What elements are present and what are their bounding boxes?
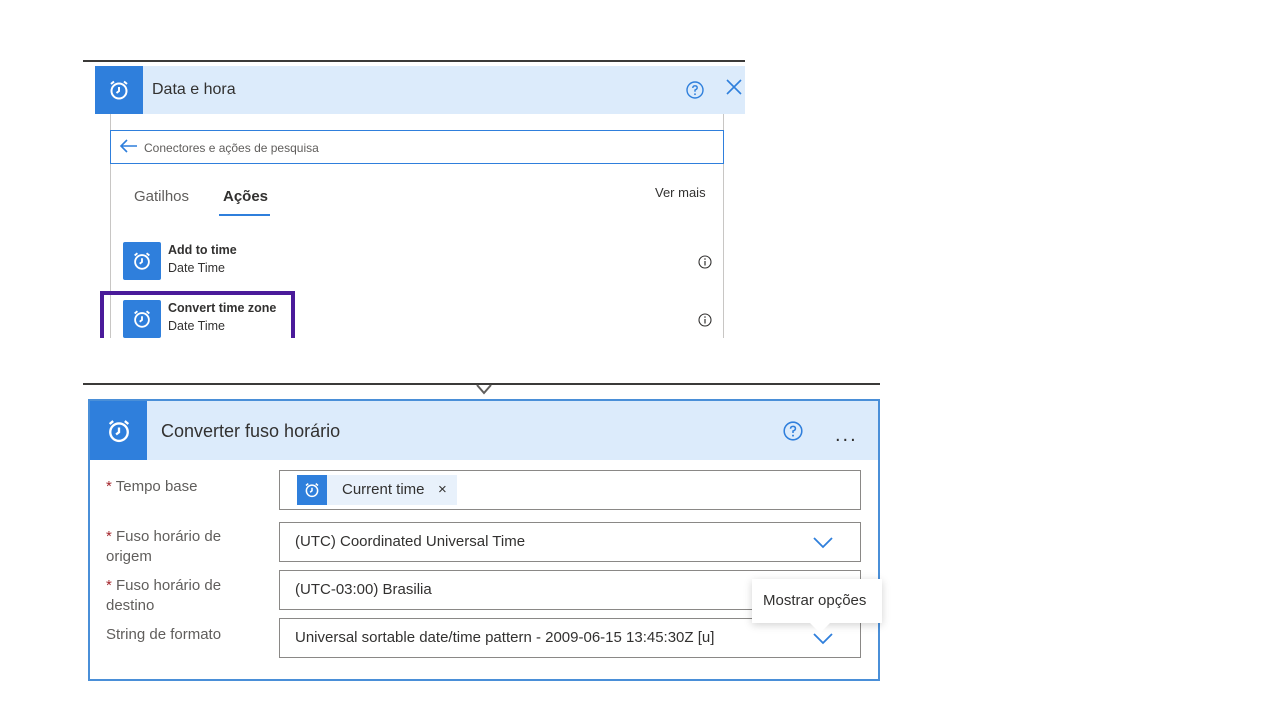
- tooltip-tail: [810, 623, 830, 633]
- close-icon[interactable]: [725, 78, 743, 100]
- field-label-destination-time-zone: * Fuso horário de destino: [106, 576, 266, 616]
- info-icon[interactable]: [698, 255, 712, 274]
- field-label-base-time: * Tempo base: [106, 477, 266, 497]
- help-icon[interactable]: [782, 420, 804, 447]
- required-mark: *: [106, 577, 112, 594]
- action-card-panel: Converter fuso horário ... * Tempo base …: [83, 383, 882, 683]
- base-time-field[interactable]: Current time ×: [279, 470, 861, 510]
- more-icon[interactable]: ...: [835, 425, 858, 445]
- card-header[interactable]: Converter fuso horário ...: [90, 401, 878, 460]
- alarm-clock-icon: [90, 401, 147, 460]
- field-label-text: Tempo base: [115, 478, 198, 495]
- highlight-box: [100, 291, 295, 338]
- card-title: Converter fuso horário: [161, 421, 341, 441]
- field-label-format-string: String de formato: [106, 625, 266, 645]
- info-icon[interactable]: [698, 313, 712, 332]
- search-placeholder: Conectores e ações de pesquisa: [144, 141, 319, 155]
- back-arrow-icon[interactable]: [119, 138, 139, 159]
- format-string-dropdown[interactable]: Universal sortable date/time pattern - 2…: [279, 618, 861, 658]
- selected-value: (UTC) Coordinated Universal Time: [295, 533, 526, 550]
- token-label: Current time: [342, 481, 425, 498]
- help-icon[interactable]: [685, 80, 705, 105]
- alarm-clock-icon: [95, 66, 143, 114]
- dynamic-content-token[interactable]: Current time ×: [297, 475, 457, 505]
- show-options-tooltip: Mostrar opções: [752, 579, 882, 633]
- connector-picker-panel: Data e hora Conectores e ações de pesqui…: [83, 60, 745, 338]
- alarm-clock-icon: [123, 242, 161, 280]
- selected-value: (UTC-03:00) Brasilia: [295, 581, 432, 598]
- chevron-down-icon[interactable]: [812, 533, 834, 556]
- search-input[interactable]: Conectores e ações de pesquisa: [110, 130, 724, 164]
- convert-time-zone-card: Converter fuso horário ... * Tempo base …: [88, 399, 882, 681]
- see-more-link[interactable]: Ver mais: [655, 185, 706, 200]
- selected-value: Universal sortable date/time pattern - 2…: [295, 629, 715, 646]
- active-tab-indicator: [219, 214, 270, 216]
- source-time-zone-dropdown[interactable]: (UTC) Coordinated Universal Time: [279, 522, 861, 562]
- tab-triggers[interactable]: Gatilhos: [134, 188, 189, 205]
- action-item-add-to-time[interactable]: Add to time Date Time: [113, 242, 713, 286]
- alarm-clock-icon: [297, 475, 327, 505]
- required-mark: *: [106, 478, 112, 495]
- picker-title: Data e hora: [152, 81, 236, 98]
- tab-actions[interactable]: Ações: [223, 188, 268, 205]
- action-title: Add to time: [168, 243, 237, 257]
- field-label-text: Fuso horário de origem: [106, 528, 222, 565]
- tooltip-text: Mostrar opções: [763, 592, 867, 609]
- required-mark: *: [106, 528, 112, 545]
- field-label-text: Fuso horário de destino: [106, 577, 222, 614]
- action-subtitle: Date Time: [168, 261, 225, 275]
- token-remove-button[interactable]: ×: [438, 481, 447, 498]
- field-label-source-time-zone: * Fuso horário de origem: [106, 527, 266, 567]
- picker-header: Data e hora: [95, 66, 745, 114]
- field-label-text: String de formato: [106, 626, 222, 643]
